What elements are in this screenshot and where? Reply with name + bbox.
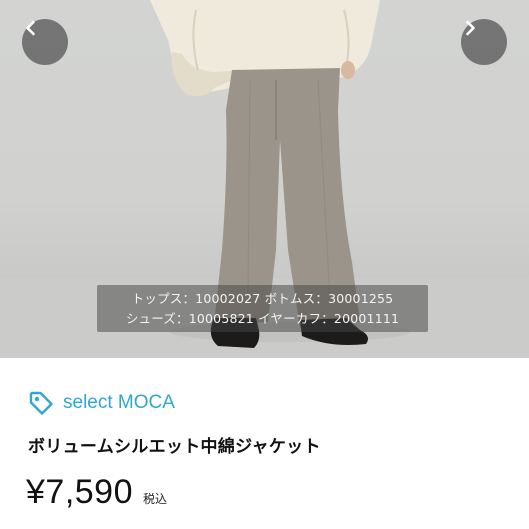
next-image-button[interactable] <box>461 19 507 65</box>
photo-caption: トップス：10002027 ボトムス：30001255 シューズ：1000582… <box>97 285 428 332</box>
tax-label: 税込 <box>143 492 168 506</box>
price-row: ¥7,590 税込 <box>26 473 167 512</box>
product-photo[interactable]: トップス：10002027 ボトムス：30001255 シューズ：1000582… <box>0 0 529 358</box>
tag-icon <box>29 391 53 415</box>
chevron-right-icon <box>466 20 475 36</box>
previous-image-button[interactable] <box>22 19 68 65</box>
shop-name[interactable]: select MOCA <box>63 392 175 414</box>
chevron-left-icon <box>26 20 35 36</box>
caption-line-1: トップス：10002027 ボトムス：30001255 <box>131 290 394 306</box>
caption-line-2: シューズ：10005821 イヤーカフ：20001111 <box>125 310 400 326</box>
product-title: ボリュームシルエット中綿ジャケット <box>28 437 321 457</box>
product-price: ¥7,590 <box>26 473 133 511</box>
shop-link[interactable]: select MOCA <box>28 389 175 417</box>
